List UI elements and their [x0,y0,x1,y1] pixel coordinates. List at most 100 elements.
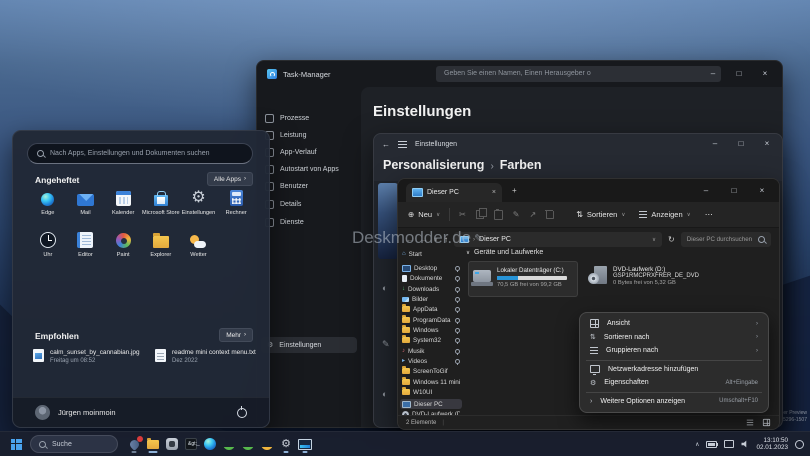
context-menu-gruppieren[interactable]: Gruppieren nach › [580,344,768,358]
maximize-icon[interactable]: □ [729,187,739,195]
sidebar-item-dieser-pc[interactable]: Dieser PC [400,399,462,409]
context-menu-weitere-optionen[interactable]: › Weitere Optionen anzeigen Umschalt+F10 [580,395,768,409]
close-icon[interactable]: × [757,187,767,195]
user-name[interactable]: Jürgen moinmoin [58,408,116,417]
share-icon[interactable]: ↗ [530,210,537,219]
tm-nav-einstellungen[interactable]: ⚙ Einstellungen [261,337,357,353]
start-tile-paint[interactable]: Paint [104,231,142,265]
taskbar-pinned-app[interactable] [124,434,144,454]
maximize-icon[interactable]: □ [736,140,746,148]
sidebar-item-screentogif[interactable]: ScreenToGif [402,366,460,376]
taskbar-terminal[interactable]: &gt;_ [181,434,201,454]
chevron-up-icon[interactable]: ∧ [695,441,699,448]
context-menu-sortieren[interactable]: ⇅ Sortieren nach › [580,331,768,345]
taskbar-settings[interactable]: ⚙ [276,434,296,454]
back-icon[interactable]: ← [406,235,414,244]
more-options-icon[interactable]: ⋯ [705,210,713,219]
battery-icon[interactable] [706,441,717,448]
explorer-tab[interactable]: Dieser PC × [406,183,502,202]
tm-nav-app-verlauf[interactable]: App-Verlauf [265,145,317,159]
sidebar-item-dokumente[interactable]: Dokumente [402,273,460,283]
taskbar-edge-dev[interactable] [238,434,258,454]
drive-d-item[interactable]: DVD-Laufwerk (D:) GSP1RMCPRXFRER_DE_DVD … [584,261,734,297]
tm-nav-prozesse[interactable]: Prozesse [265,111,309,125]
breadcrumb-parent[interactable]: Personalisierung [383,158,484,172]
taskbar-task-manager[interactable] [295,434,315,454]
tm-nav-dienste[interactable]: Dienste [265,215,304,229]
paste-icon[interactable] [494,210,503,220]
address-breadcrumb[interactable]: › Dieser PC ∨ [454,232,662,247]
forward-icon[interactable]: → [420,235,428,244]
sidebar-item-start[interactable]: ⌂Start [402,249,460,259]
start-tile-edge[interactable]: Edge [29,189,67,223]
user-avatar[interactable] [35,405,50,420]
maximize-icon[interactable]: □ [734,70,744,78]
start-tile-wetter[interactable]: Wetter [180,231,218,265]
refresh-icon[interactable]: ↻ [668,235,675,244]
new-button[interactable]: ⊕ Neu ∨ [408,210,440,219]
start-button[interactable] [6,434,26,454]
context-menu-eigenschaften[interactable]: ⚙ Eigenschaften Alt+Eingabe [580,376,768,390]
taskbar-edge[interactable] [200,434,220,454]
delete-icon[interactable] [546,211,554,219]
start-search-input[interactable]: Nach Apps, Einstellungen und Dokumenten … [27,143,253,164]
task-manager-search-input[interactable]: Geben Sie einen Namen, Einen Herausgeber… [436,66,721,82]
start-tile-store[interactable]: Microsoft Store [142,189,180,223]
chevron-down-icon[interactable]: ∨ [434,237,438,243]
rename-icon[interactable]: ✎ [513,210,520,219]
sidebar-item-desktop[interactable]: Desktop [402,263,460,273]
details-view-icon[interactable] [747,422,753,423]
taskbar-explorer[interactable] [143,434,163,454]
sort-button[interactable]: ⇅ Sortieren ∨ [576,210,625,219]
close-icon[interactable]: × [760,70,770,78]
sidebar-item-musik[interactable]: ♪Musik [402,346,460,356]
back-icon[interactable]: ← [382,140,390,149]
sidebar-item-bilder[interactable]: Bilder [402,294,460,304]
start-tile-rechner[interactable]: Rechner [217,189,255,223]
up-icon[interactable]: ↑ [444,235,448,244]
context-menu-netzwerkadresse[interactable]: Netzwerkadresse hinzufügen [580,363,768,377]
sidebar-item-system32[interactable]: System32 [402,335,460,345]
context-menu-ansicht[interactable]: Ansicht › [580,317,768,331]
chevron-down-icon[interactable]: ∨ [652,237,656,243]
start-tile-explorer[interactable]: Explorer [142,231,180,265]
taskbar-snipping-tool[interactable] [162,434,182,454]
sidebar-item-videos[interactable]: ▸Videos [402,356,460,366]
sidebar-item-downloads[interactable]: ↓Downloads [402,284,460,294]
minimize-icon[interactable]: – [701,187,711,195]
group-header[interactable]: ∨ Geräte und Laufwerke [466,249,543,256]
minimize-icon[interactable]: – [708,70,718,78]
taskbar-edge-beta[interactable] [219,434,239,454]
copy-icon[interactable] [476,210,484,219]
sidebar-item-programdata[interactable]: ProgramData [402,315,460,325]
tm-nav-autostart[interactable]: Autostart von Apps [265,162,339,176]
close-icon[interactable]: × [762,140,772,148]
drive-c-item[interactable]: Lokaler Datenträger (C:) 70,5 GB frei vo… [468,261,578,297]
explorer-search-input[interactable]: Dieser PC durchsuchen [681,232,771,247]
all-apps-button[interactable]: Alle Apps › [207,172,253,186]
more-button[interactable]: Mehr › [219,328,253,342]
new-tab-icon[interactable]: + [512,186,517,195]
taskbar-clock[interactable]: 13:10:50 02.01.2023 [756,437,788,451]
notification-bell-icon[interactable] [795,440,804,449]
start-tile-uhr[interactable]: Uhr [29,231,67,265]
tm-nav-details[interactable]: Details [265,197,301,211]
minimize-icon[interactable]: – [710,140,720,148]
recommended-item-1[interactable]: calm_sunset_by_cannabian.jpg Freitag um … [33,349,151,364]
start-tile-einstellungen[interactable]: ⚙Einstellungen [180,189,218,223]
start-tile-mail[interactable]: Mail [67,189,105,223]
sidebar-item-appdata[interactable]: AppData [402,304,460,314]
settings-menu-icon[interactable] [398,144,407,145]
cut-icon[interactable]: ✂ [459,210,466,219]
recommended-item-2[interactable]: readme mini context menu.txt Dez 2022 [155,349,270,364]
tm-nav-leistung[interactable]: Leistung [265,128,306,142]
taskbar-search[interactable]: Suche [30,435,118,453]
start-tile-editor[interactable]: Editor [67,231,105,265]
tm-nav-benutzer[interactable]: Benutzer [265,179,308,193]
start-tile-kalender[interactable]: Kalender [104,189,142,223]
power-icon[interactable] [237,408,247,418]
sidebar-item-windows11mini[interactable]: Windows 11 mini co [402,377,460,387]
sidebar-item-w10ui[interactable]: W10UI [402,387,460,397]
thumbnails-view-icon[interactable] [763,419,770,426]
network-icon[interactable] [724,440,734,448]
